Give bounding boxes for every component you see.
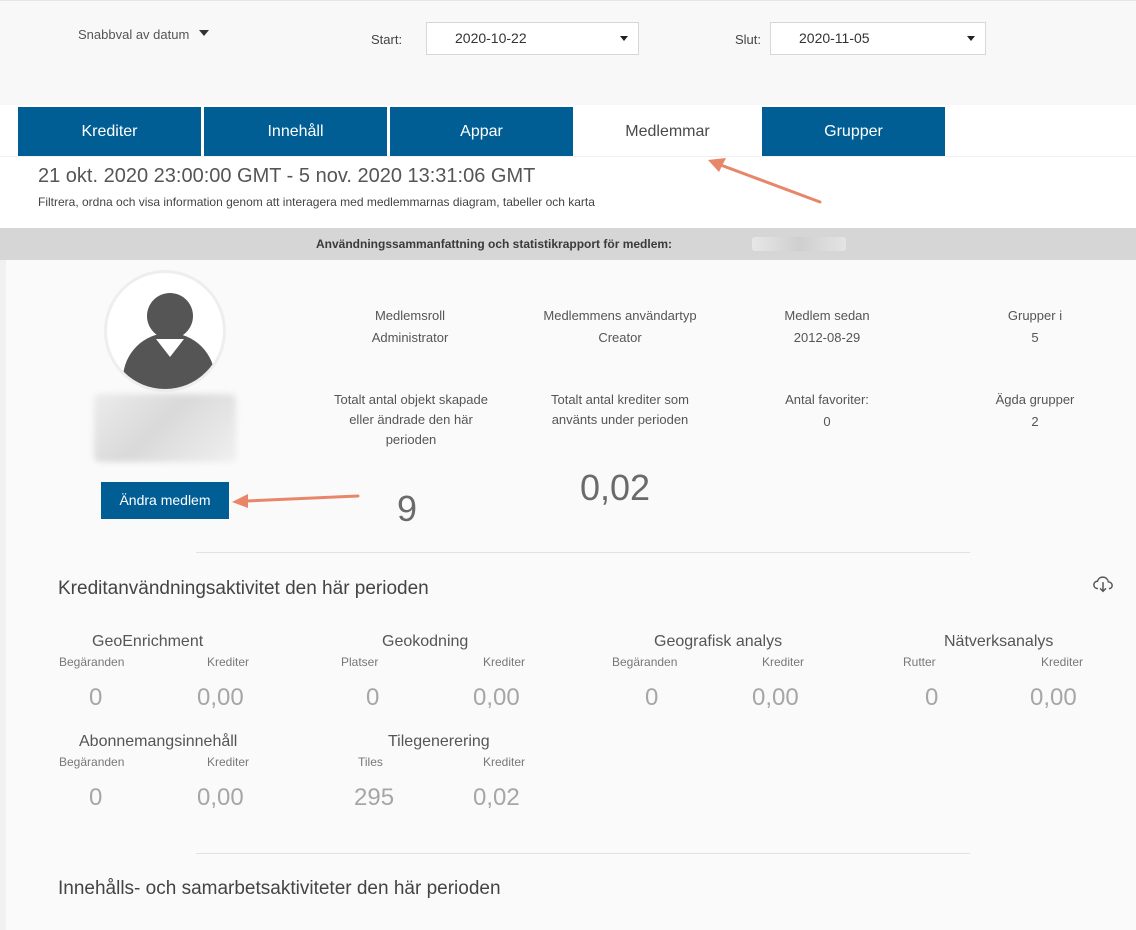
caret-down-icon <box>620 36 628 41</box>
network-analysis-routes-value: 0 <box>925 684 939 711</box>
geoenrichment-requests-label: Begäranden <box>59 655 125 669</box>
tile-generation-credits-label: Krediter <box>483 755 526 769</box>
spatial-analysis-requests-value: 0 <box>645 684 659 711</box>
tab-krediter[interactable]: Krediter <box>18 107 201 156</box>
member-groups-label: Grupper i <box>1007 308 1063 323</box>
spatial-analysis-title: Geografisk analys <box>654 633 783 650</box>
start-date-value: 2020-10-22 <box>455 30 527 46</box>
geocoding-title: Geokodning <box>382 633 469 650</box>
spatial-analysis-requests-label: Begäranden <box>612 655 678 669</box>
network-analysis-title: Nätverksanalys <box>944 633 1054 650</box>
network-analysis-credits-value: 0,00 <box>1030 684 1077 711</box>
end-label: Slut: <box>735 32 762 47</box>
subscription-content-credits-label: Krediter <box>207 755 250 769</box>
tab-medlemmar[interactable]: Medlemmar <box>576 107 759 156</box>
member-since: Medlem sedan 2012-08-29 <box>752 306 902 348</box>
spatial-analysis-credits-label: Krediter <box>762 655 805 669</box>
member-role-value: Administrator <box>371 330 449 345</box>
quick-date-select[interactable]: Snabbval av datum <box>78 27 210 42</box>
network-analysis-credits-label: Krediter <box>1041 655 1084 669</box>
end-date-value: 2020-11-05 <box>799 30 870 46</box>
tile-generation-credits-value: 0,02 <box>473 784 520 811</box>
tile-generation-tiles-label: Tiles <box>358 755 383 769</box>
redacted-username <box>752 237 846 251</box>
cloud-download-icon[interactable] <box>1092 573 1114 595</box>
member-since-label: Medlem sedan <box>784 308 870 323</box>
objects-modified-value: 9 <box>397 488 418 529</box>
tab-appar[interactable]: Appar <box>390 107 573 156</box>
network-analysis-routes-label: Rutter <box>903 655 936 669</box>
annotation-arrow-tab <box>708 158 822 204</box>
subscription-content-requests-value: 0 <box>89 784 103 811</box>
member-summary-strip: Användningssammanfattning och statistikr… <box>0 228 1136 260</box>
start-label: Start: <box>371 32 403 47</box>
caret-down-icon <box>967 36 975 41</box>
member-user-type-value: Creator <box>598 330 642 345</box>
geocoding-credits-label: Krediter <box>483 655 526 669</box>
subscription-content-requests-label: Begäranden <box>59 755 125 769</box>
edit-member-button[interactable]: Ändra medlem <box>101 482 229 519</box>
member-since-value: 2012-08-29 <box>793 330 861 345</box>
section-divider <box>196 552 970 553</box>
date-range-title: 21 okt. 2020 23:00:00 GMT - 5 nov. 2020 … <box>38 165 536 187</box>
geoenrichment-credits-label: Krediter <box>207 655 250 669</box>
subscription-content-credits-value: 0,00 <box>197 784 244 811</box>
favorites-value: 0 <box>823 414 831 429</box>
date-filter-bar: Snabbval av datum Start: 2020-10-22 Slut… <box>0 0 1136 105</box>
geocoding-credits-value: 0,00 <box>473 684 520 711</box>
user-avatar-icon <box>104 270 226 392</box>
favorites-label: Antal favoriter: <box>785 392 869 407</box>
content-activity-title: Innehålls- och samarbetsaktiviteter den … <box>58 878 501 899</box>
objects-modified-label-1: Totalt antal objekt skapade <box>334 392 488 407</box>
end-date-select[interactable]: 2020-11-05 <box>770 22 986 55</box>
tile-generation-title: Tilegenerering <box>388 733 490 750</box>
member-role-label: Medlemsroll <box>374 308 446 323</box>
geoenrichment-title: GeoEnrichment <box>92 633 204 650</box>
owned-groups-label: Ägda grupper <box>995 392 1075 407</box>
member-groups: Grupper i 5 <box>975 306 1095 348</box>
member-user-type-label: Medlemmens användartyp <box>543 308 697 323</box>
caret-down-icon <box>199 29 210 36</box>
date-range-subtitle: Filtrera, ordna och visa information gen… <box>38 195 595 209</box>
owned-groups: Ägda grupper 2 <box>975 390 1095 432</box>
section-divider <box>196 853 970 854</box>
geoenrichment-credits-value: 0,00 <box>197 684 244 711</box>
member-user-type: Medlemmens användartyp Creator <box>520 306 720 348</box>
member-summary-text: Användningssammanfattning och statistikr… <box>316 237 673 251</box>
owned-groups-value: 2 <box>1031 414 1039 429</box>
objects-modified-label-3: perioden <box>385 432 437 447</box>
geoenrichment-requests-value: 0 <box>89 684 103 711</box>
credits-used-label-2: använts under perioden <box>551 412 689 427</box>
tab-grupper[interactable]: Grupper <box>762 107 945 156</box>
favorites-count: Antal favoriter: 0 <box>752 390 902 432</box>
credit-activity-title: Kreditanvändningsaktivitet den här perio… <box>58 578 429 599</box>
member-role: Medlemsroll Administrator <box>330 306 490 348</box>
tab-innehall[interactable]: Innehåll <box>204 107 387 156</box>
credits-used-label-1: Totalt antal krediter som <box>550 392 689 407</box>
credits-used-value: 0,02 <box>580 467 651 508</box>
tab-divider <box>0 156 1136 157</box>
member-groups-value: 5 <box>1031 330 1039 345</box>
geocoding-places-value: 0 <box>366 684 380 711</box>
subscription-content-title: Abonnemangsinnehåll <box>79 733 238 750</box>
objects-modified-label-2: eller ändrade den här <box>349 412 473 427</box>
redacted-member-name <box>94 394 236 462</box>
credits-used: Totalt antal krediter som använts under … <box>522 390 718 430</box>
geocoding-places-label: Platser <box>341 655 379 669</box>
member-panel: Ändra medlem Medlemsroll Administrator M… <box>0 260 1136 930</box>
quick-date-label: Snabbval av datum <box>78 27 190 42</box>
start-date-select[interactable]: 2020-10-22 <box>426 22 639 55</box>
panel-edge <box>0 260 6 930</box>
avatar-collar <box>156 339 184 357</box>
objects-modified: Totalt antal objekt skapade eller ändrad… <box>306 390 516 450</box>
tile-generation-tiles-value: 295 <box>354 784 395 811</box>
spatial-analysis-credits-value: 0,00 <box>752 684 799 711</box>
